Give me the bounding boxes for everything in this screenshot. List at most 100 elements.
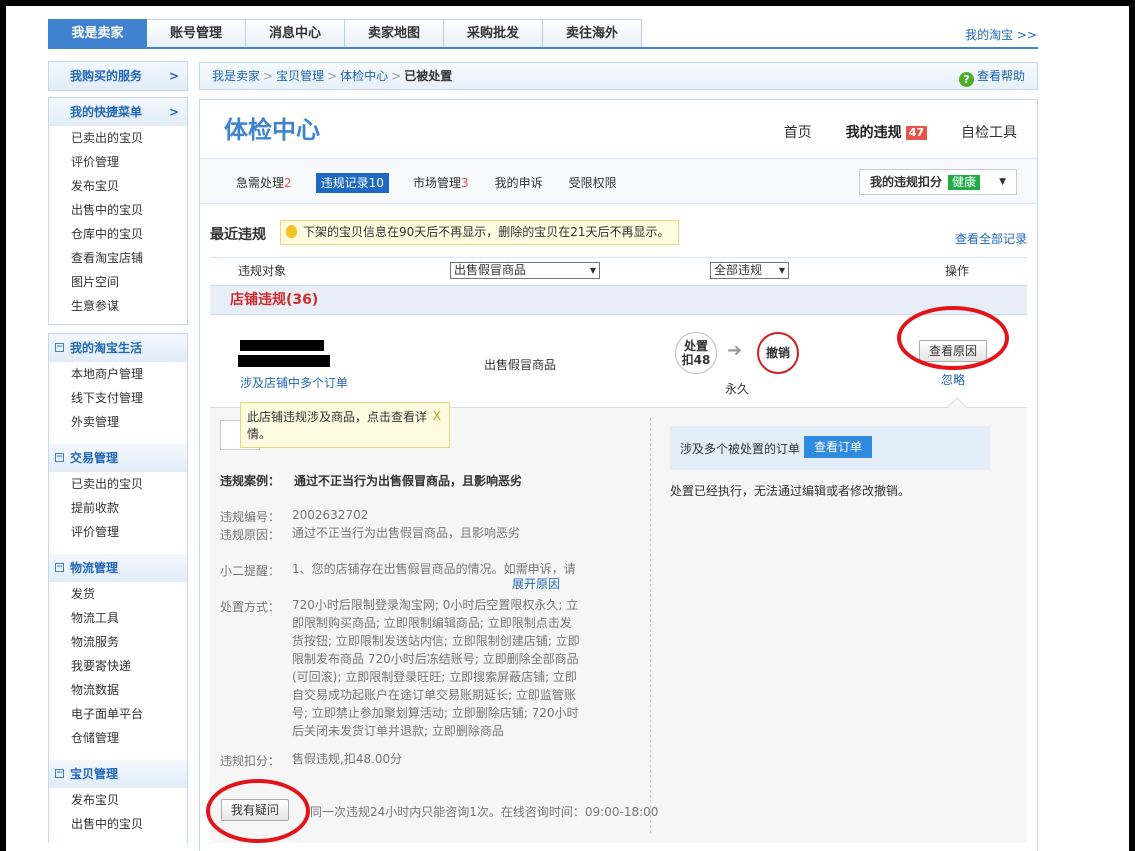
breadcrumb-seller[interactable]: 我是卖家 [212,69,260,83]
sidebar-item-warehouse[interactable]: 仓库中的宝贝 [49,222,187,246]
annotation-circle [897,306,1009,370]
tab-seller[interactable]: 我是卖家 [48,19,147,49]
sidebar-group-logistics-header[interactable]: − 物流管理 [49,554,187,582]
tab-account[interactable]: 账号管理 [147,19,246,49]
sidebar-item-business-advisor[interactable]: 生意参谋 [49,294,187,318]
main-nav-my-violations-label: 我的违规 [845,125,902,141]
top-nav-underline [48,47,1038,49]
sidebar-item-early-payment[interactable]: 提前收款 [49,496,187,520]
lightbulb-icon [286,225,297,238]
duration-text: 永久 [725,382,750,396]
breadcrumb-separator: > [391,69,402,83]
punish-method-label: 处置方式： [220,600,281,614]
main-nav-home[interactable]: 首页 [784,122,812,142]
help-link[interactable]: ? 查看帮助 [958,63,1025,89]
breadcrumb-item-management[interactable]: 宝贝管理 [276,69,324,83]
violation-type-select[interactable]: 出售假冒商品 ▼ [450,262,600,279]
sidebar-item-sold[interactable]: 已卖出的宝贝 [49,126,187,150]
my-taobao-link[interactable]: 我的淘宝 >> [965,26,1037,43]
top-nav: 我是卖家 账号管理 消息中心 卖家地图 采购批发 卖往海外 [48,19,642,49]
recent-tip-text: 下架的宝贝信息在90天后不再显示，删除的宝贝在21天后不再显示。 [303,225,670,239]
col-violation-object: 违规对象 [238,264,287,278]
tab-my-appeals[interactable]: 我的申诉 [493,173,545,193]
sidebar-item-logistics-service[interactable]: 物流服务 [49,630,187,654]
chevron-right-icon: > [168,105,179,119]
sidebar-item-logistics-data[interactable]: 物流数据 [49,678,187,702]
sub-tabs: 急需处理2 违规记录10 市场管理3 我的申诉 受限权限 [234,173,619,193]
main-nav-self-check[interactable]: 自检工具 [961,122,1017,142]
case-text: 通过不正当行为出售假冒商品，且影响恶劣 [294,474,523,488]
tab-wholesale[interactable]: 采购批发 [444,19,543,49]
sidebar-item-storage[interactable]: 仓储管理 [49,726,187,750]
recent-violations-title: 最近违规 [210,227,266,243]
violation-scope-select[interactable]: 全部违规 ▼ [710,262,789,279]
annotation-circle [206,779,310,843]
violation-reason-label: 违规原因： [220,528,281,542]
sidebar-group-trade-header[interactable]: − 交易管理 [49,444,187,472]
points-label: 违规扣分： [220,754,281,768]
sidebar-item-ship[interactable]: 发货 [49,582,187,606]
view-orders-button[interactable]: 查看订单 [804,436,873,458]
sidebar-item-offline-pay[interactable]: 线下支付管理 [49,386,187,410]
sidebar-item-reviews[interactable]: 评价管理 [49,150,187,174]
sidebar-group-title: 我的淘宝生活 [70,341,143,355]
punishment-badge-line2: 扣48 [681,353,711,367]
sidebar-item-publish[interactable]: 发布宝贝 [49,788,187,812]
violation-type-select-value: 出售假冒商品 [454,263,527,277]
sidebar-item-local-merchant[interactable]: 本地商户管理 [49,362,187,386]
breadcrumb: 我是卖家 > 宝贝管理 > 体检中心 > 已被处置 ? 查看帮助 [199,62,1038,90]
violation-reason: 通过不正当行为出售假冒商品，且影响恶劣 [292,526,521,540]
sidebar-item-send-express[interactable]: 我要寄快递 [49,654,187,678]
shop-violation-header: 店铺违规(36) [210,285,1027,315]
tab-restricted-permissions[interactable]: 受限权限 [567,173,619,193]
sidebar-item-on-sale[interactable]: 出售中的宝贝 [49,198,187,222]
sidebar-group-life-header[interactable]: − 我的淘宝生活 [49,334,187,362]
sidebar-quick-menu-header[interactable]: 我的快捷菜单 > [49,98,187,126]
sidebar-my-services-label: 我购买的服务 [70,69,143,83]
tab-overseas[interactable]: 卖往海外 [543,19,642,49]
sidebar-item-view-shop[interactable]: 查看淘宝店铺 [49,246,187,270]
punish-method: 720小时后限制登录淘宝网; 0小时后空置限权永久; 立即限制购买商品; 立即限… [292,598,580,738]
consult-note: 同一次违规24小时内只能咨询1次。在线咨询时间：09:00-18:00 [310,805,659,819]
sidebar-my-services[interactable]: 我购买的服务 > [48,61,188,91]
revoked-badge: 撤销 [757,332,799,374]
sidebar-group-items-header[interactable]: − 宝贝管理 [49,760,187,788]
recent-tip: 下架的宝贝信息在90天后不再显示，删除的宝贝在21天后不再显示。 [280,220,679,245]
main-panel: 体检中心 首页 我的违规 47 自检工具 急需处理2 违规记录10 市场管理3 我… [199,99,1038,851]
tab-count: 2 [284,176,292,190]
tab-messages[interactable]: 消息中心 [246,19,345,49]
violation-deduct-dropdown[interactable]: 我的违规扣分 健康 ▼ [859,169,1017,195]
tab-seller-map[interactable]: 卖家地图 [345,19,444,49]
sidebar-item-image-space[interactable]: 图片空间 [49,270,187,294]
tab-count: 10 [368,176,384,190]
sidebar-my-services-header[interactable]: 我购买的服务 > [49,62,187,90]
tab-market-management[interactable]: 市场管理3 [411,173,471,193]
sidebar-item-publish[interactable]: 发布宝贝 [49,174,187,198]
sidebar-item-e-waybill[interactable]: 电子面单平台 [49,702,187,726]
tab-violation-records[interactable]: 违规记录10 [315,173,389,193]
tab-urgent[interactable]: 急需处理2 [234,173,294,193]
punishment-badge: 处置 扣48 [675,332,717,374]
sidebar-item-on-sale[interactable]: 出售中的宝贝 [49,812,187,836]
sidebar-quick-menu-title: 我的快捷菜单 [70,105,143,119]
involved-orders-link[interactable]: 涉及店铺中多个订单 [240,374,348,391]
chevron-right-icon: > [168,69,179,83]
table-header: 违规对象 出售假冒商品 ▼ 全部违规 ▼ 操作 [210,257,1027,283]
tooltip-text: 此店铺违规涉及商品，点击查看详情。 [247,410,428,441]
breadcrumb-check-center[interactable]: 体检中心 [340,69,388,83]
breadcrumb-separator: > [263,69,274,83]
view-all-records-link[interactable]: 查看全部记录 [955,230,1027,247]
sidebar-item-logistics-tools[interactable]: 物流工具 [49,606,187,630]
ignore-link[interactable]: 忽略 [941,371,965,388]
violation-scope-select-value: 全部违规 [714,263,763,277]
sidebar-item-takeout[interactable]: 外卖管理 [49,410,187,434]
violation-number: 2002632702 [292,508,369,522]
sidebar-item-reviews[interactable]: 评价管理 [49,520,187,544]
main-nav-my-violations[interactable]: 我的违规 47 [846,122,927,142]
sidebar-item-sold[interactable]: 已卖出的宝贝 [49,472,187,496]
help-icon: ? [958,72,974,87]
violation-count-badge: 47 [905,126,927,140]
breadcrumb-current: 已被处置 [404,69,453,83]
close-icon[interactable]: X [433,408,441,425]
expand-reason-link[interactable]: 展开原因 [512,575,560,592]
